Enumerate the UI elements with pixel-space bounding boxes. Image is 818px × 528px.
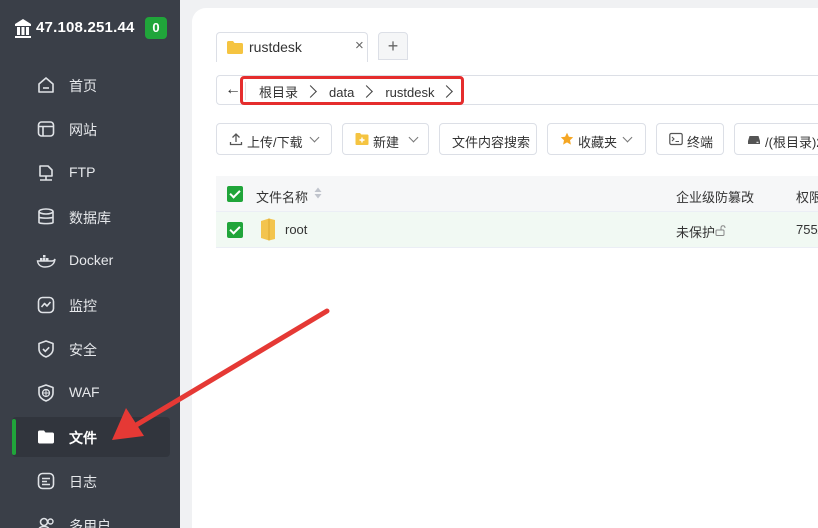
file-table-header: 文件名称 企业级防篡改 权限 <box>216 176 818 212</box>
sidebar-item-waf[interactable]: WAF <box>12 373 170 413</box>
upload-label: 上传/下载 <box>247 135 303 150</box>
sidebar-item-users[interactable]: 多用户 <box>12 505 170 528</box>
website-icon <box>37 121 55 137</box>
folder-icon <box>38 430 54 444</box>
sidebar: 47.108.251.44 0 首页 网站 FTP 数据库 Docker 监控 … <box>0 0 180 528</box>
column-header-protect: 企业级防篡改 <box>676 190 755 205</box>
sidebar-item-logs[interactable]: 日志 <box>12 461 170 501</box>
favorites-button[interactable]: 收藏夹 <box>547 123 646 155</box>
chevron-down-icon <box>309 132 320 143</box>
sidebar-item-label: 首页 <box>69 78 97 94</box>
content-search-button[interactable]: 文件内容搜索 <box>439 123 537 155</box>
terminal-button[interactable]: 终端 <box>656 123 724 155</box>
disk-label: /(根目录)2 <box>765 135 818 150</box>
sidebar-item-label: WAF <box>69 384 100 400</box>
star-icon <box>560 132 574 145</box>
tab-rustdesk[interactable]: rustdesk × <box>216 32 368 62</box>
sidebar-item-files[interactable]: 文件 <box>12 417 170 457</box>
new-label: 新建 <box>373 135 400 150</box>
disk-button[interactable]: /(根目录)2 <box>734 123 818 155</box>
disk-icon <box>748 136 760 144</box>
sidebar-item-monitor[interactable]: 监控 <box>12 285 170 325</box>
sidebar-item-label: 网站 <box>69 122 97 138</box>
column-header-permission: 权限 <box>796 190 818 205</box>
sidebar-item-website[interactable]: 网站 <box>12 109 170 149</box>
breadcrumb-highlight-box <box>240 76 464 105</box>
sidebar-item-docker[interactable]: Docker <box>12 241 170 281</box>
upload-icon <box>229 133 243 146</box>
upload-download-button[interactable]: 上传/下载 <box>216 123 332 155</box>
sidebar-item-label: 监控 <box>69 298 97 314</box>
sort-icon[interactable] <box>314 187 322 199</box>
sidebar-item-label: 多用户 <box>69 518 111 528</box>
sidebar-item-label: 数据库 <box>69 210 111 226</box>
server-logo-icon <box>15 19 31 38</box>
protect-status[interactable]: 未保护 <box>676 222 715 241</box>
terminal-label: 终端 <box>687 135 714 150</box>
unlock-icon <box>715 225 726 236</box>
folder-icon <box>227 41 243 54</box>
select-all-checkbox[interactable] <box>227 186 243 202</box>
tab-close-icon[interactable]: × <box>355 37 364 54</box>
sidebar-item-ftp[interactable]: FTP <box>12 153 170 193</box>
tab-label: rustdesk <box>249 39 302 55</box>
content-search-label: 文件内容搜索 <box>452 135 531 150</box>
new-button[interactable]: 新建 <box>342 123 429 155</box>
row-checkbox[interactable] <box>227 222 243 238</box>
table-row[interactable]: root 未保护 755/ <box>216 212 818 248</box>
back-arrow-icon[interactable]: ← <box>225 81 241 99</box>
favorites-label: 收藏夹 <box>578 135 618 150</box>
server-header: 47.108.251.44 0 <box>0 0 180 56</box>
chevron-down-icon <box>622 132 633 143</box>
monitor-icon <box>37 296 55 314</box>
new-folder-icon <box>355 133 369 145</box>
docker-icon <box>36 255 56 268</box>
sidebar-item-label: 安全 <box>69 342 97 358</box>
server-count-badge[interactable]: 0 <box>145 17 167 39</box>
sidebar-item-label: FTP <box>69 164 96 180</box>
column-header-name[interactable]: 文件名称 <box>256 187 308 206</box>
shield-icon <box>38 340 54 358</box>
terminal-icon <box>669 132 683 146</box>
file-name[interactable]: root <box>285 222 307 237</box>
waf-icon <box>38 384 54 402</box>
sidebar-item-label: 日志 <box>69 474 97 490</box>
folder-icon <box>261 218 275 241</box>
chevron-down-icon <box>408 132 419 143</box>
database-icon <box>38 208 54 225</box>
add-tab-button[interactable]: + <box>378 32 408 60</box>
home-icon <box>38 77 54 93</box>
sidebar-item-database[interactable]: 数据库 <box>12 197 170 237</box>
permission-value: 755/ <box>796 222 818 237</box>
sidebar-item-security[interactable]: 安全 <box>12 329 170 369</box>
ftp-icon <box>39 165 53 181</box>
server-ip[interactable]: 47.108.251.44 <box>36 19 135 36</box>
sidebar-item-label: Docker <box>69 252 114 268</box>
users-icon <box>38 517 54 528</box>
sidebar-item-home[interactable]: 首页 <box>12 65 170 105</box>
sidebar-item-label: 文件 <box>69 430 97 446</box>
log-icon <box>37 472 55 490</box>
